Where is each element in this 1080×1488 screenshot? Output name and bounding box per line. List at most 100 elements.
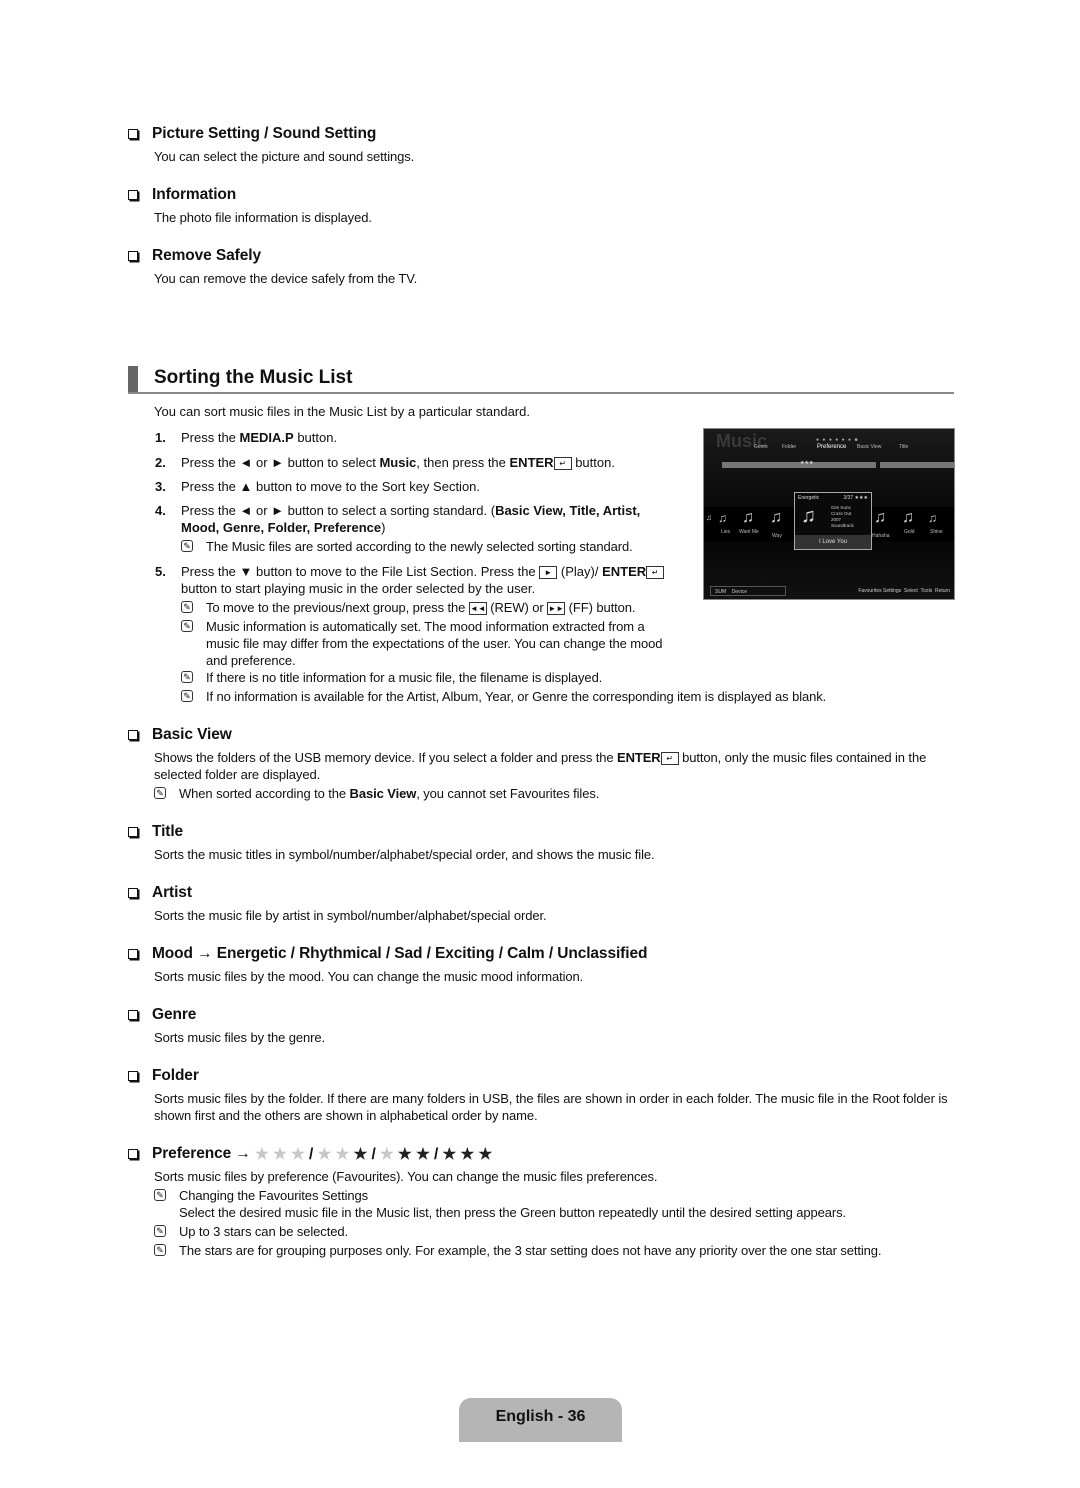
enter-icon: ↵ [646,566,665,580]
music-note-icon[interactable]: ♫ [718,511,727,525]
star-filled-icon: ★ [460,1145,479,1163]
preference-stars: ★★★ [854,495,868,501]
checkbox-bullet-icon [128,1010,138,1020]
desc-bold: ENTER [617,750,661,765]
note-icon: ✎ [181,620,193,632]
file-label: Gold [904,529,915,535]
note-star-grouping: ✎ The stars are for grouping purposes onl… [154,1242,958,1259]
file-label: Want Me [739,529,759,535]
intro-text: You can sort music files in the Music Li… [154,404,530,419]
select-hint[interactable]: Select [904,588,918,594]
note-text: The Music files are sorted according to … [206,539,633,554]
checkbox-bullet-icon [128,827,138,837]
note-text: Up to 3 stars can be selected. [179,1224,348,1239]
music-note-icon: ♫ [801,505,816,527]
step-text: Press the [181,430,240,445]
star-level-0: ★ ★ ★ [255,1146,309,1163]
checkbox-bullet-icon [128,251,138,261]
step-bold: MEDIA.P [239,430,294,445]
section-heading: Title [152,823,184,840]
step-4: 4. Press the ◄ or ► button to select a s… [155,502,675,536]
sort-key[interactable]: Folder [782,444,796,450]
star-level-2: ★ ★ ★ [380,1146,434,1163]
section-heading: Preference → [152,1145,251,1162]
note-rew-ff: ✎ To move to the previous/next group, pr… [181,599,636,616]
selected-file-card[interactable]: Energetic 3/37 ★★★ ♫ Gim Kuns Cross Out 2… [794,492,872,550]
section-preference: Preference → ★ ★ ★ / ★ ★ ★ / ★ ★ ★ / ★ ★… [128,1144,958,1259]
step-number: 5. [155,564,166,579]
step-number: 3. [155,479,166,494]
play-key-icon: ► [539,566,558,580]
file-label: Hahaha [872,533,890,539]
note-text: When sorted according to the [179,786,350,801]
note-no-title: ✎ If there is no title information for a … [181,669,602,686]
section-desc: You can remove the device safely from th… [154,271,418,286]
step-number: 2. [155,455,166,470]
note-text: The stars are for grouping purposes only… [179,1243,882,1258]
group-bar: ★★★ [722,460,876,468]
music-note-icon[interactable]: ♫ [928,511,937,525]
note-text: , you cannot set Favourites files. [416,786,600,801]
checkbox-bullet-icon [128,949,138,959]
step-bold: Music [379,455,417,470]
note-text: If there is no title information for a m… [206,670,603,685]
note-icon: ✎ [154,1189,166,1201]
music-note-icon[interactable]: ♫ [742,509,754,527]
step-text: button. [571,455,615,470]
page-title: Sorting the Music List [154,367,353,388]
step-1: 1. Press the MEDIA.P button. [155,429,337,446]
checkbox-bullet-icon [128,730,138,740]
song-title: I Love You [795,535,871,549]
section-mood: Mood → Energetic / Rhythmical / Sad / Ex… [128,944,647,985]
file-label: Lies [721,529,731,535]
page-dots: ● ● ● ● ● ● ■ [816,437,859,443]
checkbox-bullet-icon [128,190,138,200]
enter-icon: ↵ [553,457,572,471]
sort-key[interactable]: Basic View [857,444,881,450]
tv-footer: SUM Device Favourites Settings Select To… [704,583,954,599]
page-number-tab: English - 36 [459,1398,622,1442]
step-text: (Play)/ [557,564,603,579]
section-heading: Picture Setting / Sound Setting [152,125,377,142]
rew-key-icon: ◄◄ [468,602,487,616]
music-note-icon[interactable]: ♫ [770,509,782,527]
note-title: Changing the Favourites Settings [179,1188,369,1203]
device-button[interactable]: Device [732,589,747,595]
sort-key-selected[interactable]: Preference [817,444,846,450]
step-number: 4. [155,503,166,518]
sort-key[interactable]: Title [899,444,908,450]
section-desc: Sorts the music titles in symbol/number/… [154,847,655,862]
step-text: Press the ◄ or ► button to select [181,455,380,470]
return-hint[interactable]: Return [935,588,950,594]
tools-hint[interactable]: Tools [921,588,933,594]
star-filled-icon: ★ [478,1145,493,1163]
note-fav-settings: ✎ Changing the Favourites Settings Select … [154,1187,958,1221]
note-text: (REW) or [486,600,548,615]
note-icon: ✎ [181,540,193,552]
section-title-bar: Sorting the Music List [128,366,954,394]
section-desc: Sorts music files by preference (Favouri… [154,1169,658,1184]
section-heading: Mood → Energetic / Rhythmical / Sad / Ex… [152,945,648,962]
step-3: 3. Press the ▲ button to move to the Sor… [155,478,480,495]
note-text: Select the desired music file in the Mus… [179,1205,847,1220]
star-empty-icon: ★ [335,1145,354,1163]
section-heading: Basic View [152,726,232,743]
section-desc: You can select the picture and sound set… [154,149,415,164]
music-note-icon[interactable]: ♫ [902,509,914,527]
note-icon: ✎ [154,1244,166,1256]
section-heading: Remove Safely [152,247,261,264]
device-selector[interactable]: SUM Device [710,586,786,596]
step-number: 1. [155,430,166,445]
star-filled-icon: ★ [415,1145,434,1163]
section-desc: Sorts the music file by artist in symbol… [154,908,547,923]
note-icon: ✎ [154,787,166,799]
section-desc: Shows the folders of the USB memory devi… [154,750,618,765]
step-text: Press the ▼ button to move to the File L… [181,564,540,579]
music-note-icon[interactable]: ♫ [874,509,886,527]
sort-key[interactable]: Genre [754,444,768,450]
section-artist: Artist Sorts the music file by artist in… [128,883,547,924]
genre: Soundtrack [831,523,854,528]
section-folder: Folder Sorts music files by the folder. … [128,1066,948,1124]
fav-settings-hint[interactable]: Favourites Settings [858,588,901,594]
control-hints: Favourites Settings Select Tools Return [858,588,950,594]
